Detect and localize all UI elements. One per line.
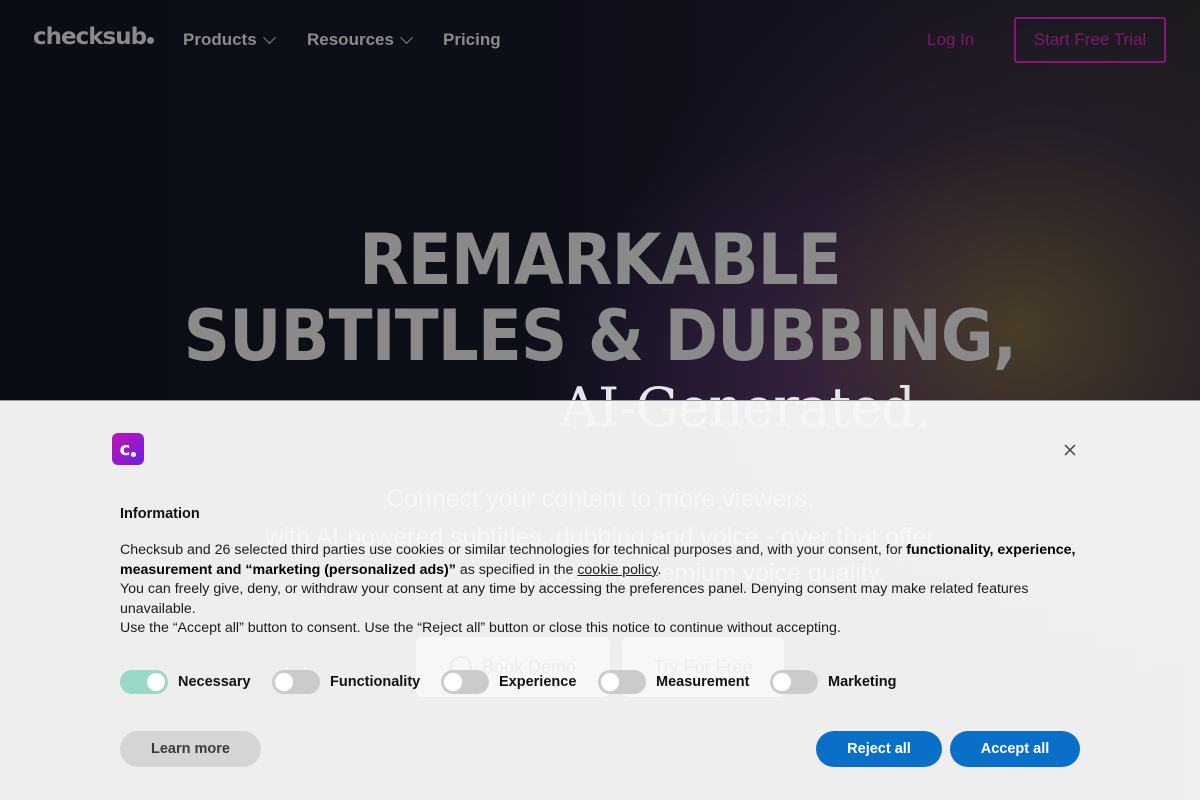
nav-products[interactable]: Products [183,30,276,50]
nav-pricing[interactable]: Pricing [443,30,501,50]
toggle-experience[interactable]: Experience [441,670,576,694]
banner-paragraph-3: Use the “Accept all” button to consent. … [120,620,841,637]
chevron-down-icon [262,30,276,44]
headline-line-2: SUBTITLES & DUBBING, [183,295,1018,377]
toggle-label: Marketing [828,674,897,690]
toggle-label: Measurement [656,674,750,690]
p1-start: Checksub and 26 selected third parties u… [120,542,907,558]
login-link[interactable]: Log In [927,30,974,50]
nav-resources-label: Resources [307,30,394,49]
p1-end: . [657,561,662,578]
close-icon[interactable] [1061,441,1079,459]
checksub-logo[interactable]: checksub [33,24,155,50]
checksub-brand-icon: c [112,433,144,465]
logo-dot-icon [147,37,155,44]
toggle-label: Functionality [330,674,421,690]
cookie-consent-banner: Connect your content to more viewers, wi… [0,400,1200,800]
toggle-marketing[interactable]: Marketing [770,670,897,694]
toggle-measurement[interactable]: Measurement [598,670,749,694]
banner-body: Checksub and 26 selected third parties u… [120,541,1090,639]
switch-experience[interactable] [441,670,489,694]
learn-more-button[interactable]: Learn more [120,731,261,767]
switch-marketing[interactable] [770,670,818,694]
nav-resources[interactable]: Resources [307,30,413,50]
chevron-down-icon [400,30,413,44]
start-free-trial-button[interactable]: Start Free Trial [1014,17,1166,63]
reject-all-button[interactable]: Reject all [816,731,942,767]
cookie-policy-link[interactable]: cookie policy [577,562,657,578]
banner-paragraph-2: You can freely give, deny, or withdraw y… [120,581,1029,617]
p1-mid: as specified in the [455,561,578,578]
headline-line-1: REMARKABLE [359,219,842,301]
banner-paragraph-1: Checksub and 26 selected third parties u… [120,541,1090,580]
switch-necessary[interactable] [120,670,168,694]
top-navbar: checksub Products Resources Pricing Log … [0,0,1200,80]
hero-headline: REMARKABLE SUBTITLES & DUBBING, [48,222,1152,374]
nav-pricing-label: Pricing [443,30,501,49]
logo-text: checksub [33,24,147,50]
toggle-label: Experience [499,674,577,690]
toggle-functionality[interactable]: Functionality [272,670,420,694]
switch-measurement[interactable] [598,670,646,694]
switch-functionality[interactable] [272,670,320,694]
toggle-necessary[interactable]: Necessary [120,670,251,694]
banner-title: Information [120,506,200,522]
accept-all-button[interactable]: Accept all [950,731,1080,767]
toggle-label: Necessary [178,674,251,690]
nav-products-label: Products [183,30,257,49]
